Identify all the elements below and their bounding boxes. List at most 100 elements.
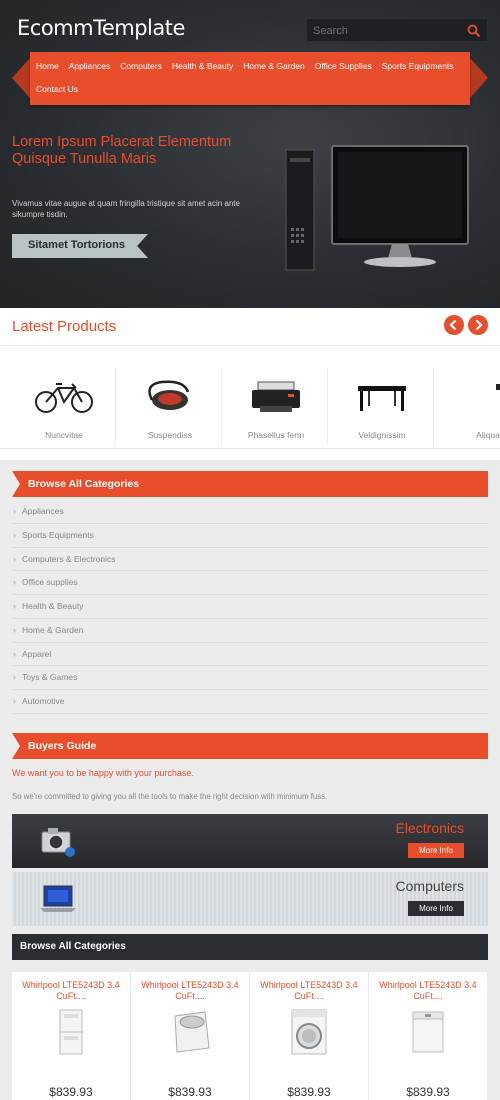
- product-card[interactable]: Whirlpool LTE5243D 3.4 CuFt.... $839.93: [131, 972, 249, 1100]
- nav-ribbon-fold-left: [12, 58, 30, 98]
- nav-item-office-supplies[interactable]: Office Supplies: [315, 61, 372, 71]
- search-input[interactable]: [313, 22, 463, 39]
- categories-ribbon: Browse All Categories: [12, 471, 488, 497]
- front-load-washer-icon: [291, 1009, 327, 1055]
- nav-item-home[interactable]: Home: [36, 61, 59, 71]
- product-price: $839.93: [287, 1085, 331, 1099]
- product-label: Aliqua: [476, 430, 500, 440]
- category-item-toys-games[interactable]: › Toys & Games: [12, 666, 488, 690]
- desktop-computer-image: [282, 128, 482, 288]
- product-price: $839.93: [49, 1085, 93, 1099]
- category-label: Health & Beauty: [22, 601, 84, 611]
- product-title[interactable]: Whirlpool LTE5243D 3.4 CuFt....: [135, 980, 245, 1002]
- nav-item-health-beauty[interactable]: Health & Beauty: [172, 61, 233, 71]
- nav-item-appliances[interactable]: Appliances: [69, 61, 111, 71]
- category-item-automotive[interactable]: › Automotive: [12, 690, 488, 714]
- product-card[interactable]: Suspendiss: [118, 368, 222, 446]
- divider: [0, 345, 500, 346]
- category-item-appliances[interactable]: › Appliances: [12, 500, 488, 524]
- product-title[interactable]: Whirlpool LTE5243D 3.4 CuFt....: [16, 980, 126, 1002]
- browse-categories-title: Browse All Categories: [20, 941, 126, 952]
- nav-item-contact-us[interactable]: Contact Us: [36, 84, 78, 94]
- category-label: Home & Garden: [22, 624, 84, 635]
- more-info-button[interactable]: More Info: [408, 843, 464, 858]
- product-card[interactable]: Whirlpool LTE5243D 3.4 CuFt.... $839.93: [250, 972, 368, 1100]
- product-title[interactable]: Whirlpool LTE5243D 3.4 CuFt....: [373, 980, 483, 1002]
- divider: [0, 448, 500, 449]
- product-price: $839.93: [168, 1085, 212, 1099]
- site-logo[interactable]: EcommTemplate: [17, 16, 185, 40]
- chevron-right-icon: [475, 319, 483, 331]
- hero-title: Lorem Ipsum Placerat Elementum Quisque T…: [12, 134, 232, 167]
- product-label: Phasellus ferm: [247, 430, 305, 440]
- table-icon: [358, 386, 406, 411]
- buyers-guide-text: So we're committed to giving you all the…: [12, 792, 328, 801]
- product-card[interactable]: Whirlpool LTE5243D 3.4 CuFt.... $839.93: [12, 972, 130, 1100]
- hero-description: Vivamus vitae augue at quam fringilla tr…: [12, 199, 240, 219]
- category-item-home-garden[interactable]: › Home & Garden: [12, 619, 488, 643]
- massager-icon: [148, 380, 190, 410]
- hero-cta-label: Sitamet Tortorions: [28, 239, 125, 251]
- nav-item-computers[interactable]: Computers: [120, 61, 162, 71]
- stacked-washer-icon: [59, 1009, 83, 1055]
- top-load-washer-icon: [412, 1011, 444, 1053]
- main-nav: Home Appliances Computers Health & Beaut…: [30, 52, 470, 105]
- more-info-button[interactable]: More Info: [408, 901, 464, 916]
- carousel-next-button[interactable]: [468, 315, 488, 335]
- bullet-icon: ›: [13, 506, 16, 516]
- banner-title: Electronics: [395, 820, 464, 836]
- product-card[interactable]: Aliqua: [436, 368, 500, 446]
- bullet-icon: ›: [13, 624, 16, 635]
- product-price: $839.93: [406, 1085, 450, 1099]
- laptop-icon: [40, 885, 76, 912]
- category-item-apparel[interactable]: › Apparel: [12, 643, 488, 667]
- buyers-guide-title: Buyers Guide: [28, 740, 97, 752]
- product-card[interactable]: Phasellus ferm: [224, 368, 328, 446]
- search-icon[interactable]: [467, 24, 481, 38]
- product-card[interactable]: Nuncvitae: [12, 368, 116, 446]
- bullet-icon: ›: [13, 648, 16, 659]
- product-label: Veldignissim: [358, 430, 406, 440]
- category-label: Computers & Electronics: [22, 553, 116, 564]
- latest-products-carousel: Nuncvitae Suspendiss Phasellus ferm Veld…: [12, 368, 500, 446]
- product-card[interactable]: Whirlpool LTE5243D 3.4 CuFt.... $839.93: [369, 972, 487, 1100]
- category-list: › Appliances › Sports Equipments › Computer…: [12, 500, 488, 714]
- product-icon: [496, 384, 500, 390]
- product-label: Nuncvitae: [45, 430, 83, 440]
- chevron-left-icon: [449, 319, 457, 331]
- banner-title: Computers: [395, 878, 464, 894]
- nav-ribbon-fold-right: [470, 58, 488, 98]
- nav-item-home-garden[interactable]: Home & Garden: [243, 61, 304, 71]
- category-item-health-beauty[interactable]: › Health & Beauty: [12, 595, 488, 619]
- bullet-icon: ›: [13, 672, 16, 683]
- bullet-icon: ›: [13, 577, 16, 588]
- search-box[interactable]: [306, 18, 488, 42]
- buyers-guide-headline: We want you to be happy with your purcha…: [12, 768, 194, 778]
- category-item-office-supplies[interactable]: › Office supplies: [12, 571, 488, 595]
- latest-products-title: Latest Products: [12, 318, 117, 335]
- carousel-prev-button[interactable]: [444, 315, 464, 335]
- computers-banner[interactable]: Computers More Info: [12, 872, 488, 926]
- ribbon-notch: [12, 471, 20, 497]
- category-label: Appliances: [22, 506, 64, 516]
- categories-title: Browse All Categories: [28, 478, 140, 490]
- nav-item-sports-equipments[interactable]: Sports Equipments: [382, 61, 454, 71]
- hero-section: EcommTemplate Home Appliances Computers …: [0, 0, 500, 308]
- product-label: Suspendiss: [148, 430, 192, 440]
- camera-icon: [41, 828, 75, 857]
- hero-cta-button[interactable]: Sitamet Tortorions: [12, 234, 148, 258]
- printer-icon: [252, 381, 300, 412]
- category-label: Toys & Games: [22, 672, 78, 683]
- product-card[interactable]: Veldignissim: [330, 368, 434, 446]
- browse-categories-bar: Browse All Categories: [12, 934, 488, 960]
- bullet-icon: ›: [13, 601, 16, 611]
- bullet-icon: ›: [13, 553, 16, 564]
- bicycle-icon: [35, 383, 93, 413]
- category-label: Office supplies: [22, 577, 78, 588]
- category-item-computers-electronics[interactable]: › Computers & Electronics: [12, 548, 488, 572]
- product-title[interactable]: Whirlpool LTE5243D 3.4 CuFt....: [254, 980, 364, 1002]
- bullet-icon: ›: [13, 696, 16, 706]
- electronics-banner[interactable]: Electronics More Info: [12, 814, 488, 868]
- category-item-sports-equipments[interactable]: › Sports Equipments: [12, 524, 488, 548]
- category-label: Apparel: [22, 648, 52, 659]
